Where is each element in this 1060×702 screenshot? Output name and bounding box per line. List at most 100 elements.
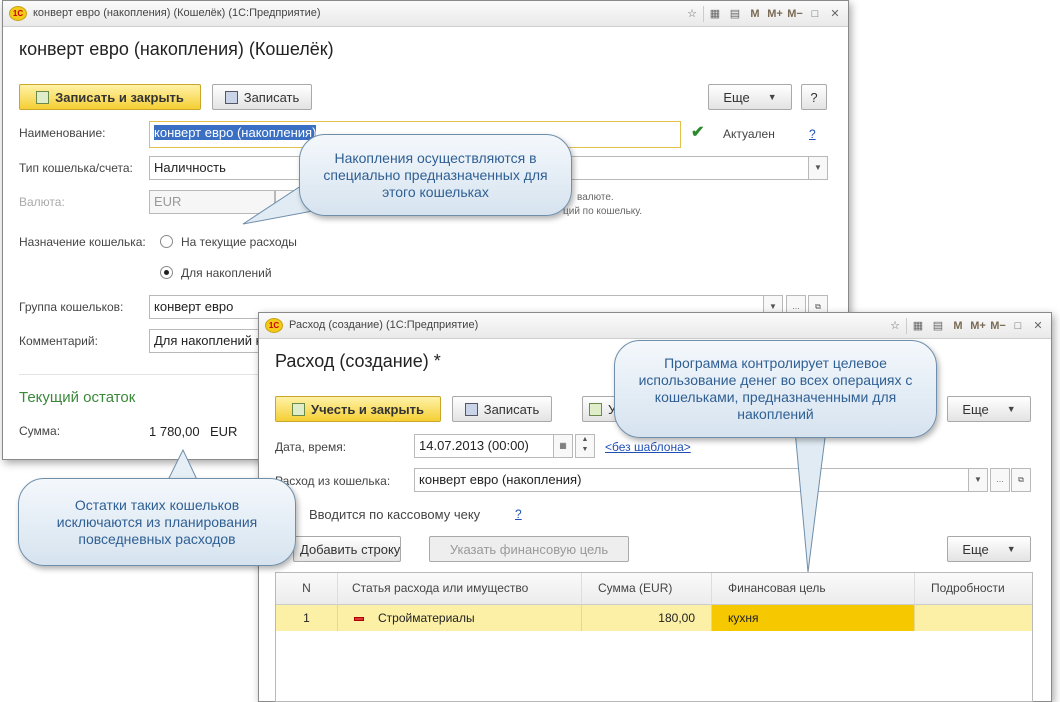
- row-item[interactable]: Стройматериалы: [338, 605, 582, 631]
- currency-value: EUR: [154, 194, 182, 209]
- more-label: Еще: [723, 89, 750, 105]
- dropdown-arrow-icon: ▼: [1006, 404, 1016, 414]
- help-link[interactable]: ?: [809, 127, 816, 141]
- post-doc-icon: [589, 402, 602, 416]
- col-header-sum[interactable]: Сумма (EUR): [582, 573, 712, 605]
- date-value: 14.07.2013 (00:00): [419, 438, 529, 453]
- type-label: Тип кошелька/счета:: [19, 161, 133, 175]
- expense-minus-icon: [354, 616, 364, 621]
- date-input[interactable]: 14.07.2013 (00:00): [414, 434, 554, 458]
- row-details[interactable]: [915, 605, 1032, 631]
- memory-mplus-icon[interactable]: M+: [766, 5, 784, 23]
- balance-title: Текущий остаток: [19, 389, 136, 406]
- checkmark-doc-icon: [36, 90, 50, 104]
- favorite-star-icon[interactable]: ☆: [683, 5, 701, 23]
- checkmark-doc-icon: [292, 402, 306, 416]
- favorite-star-icon[interactable]: ☆: [886, 317, 904, 335]
- col-header-details[interactable]: Подробности: [915, 573, 1032, 605]
- name-value: конверт евро (накопления): [154, 125, 317, 140]
- col-header-goal[interactable]: Финансовая цель: [712, 573, 915, 605]
- save-and-close-button[interactable]: Записать и закрыть: [19, 84, 201, 110]
- titlebar-tools: ☆ ▦ ▤ M M+ M− □ ✕: [886, 317, 1047, 335]
- help-button[interactable]: ?: [801, 84, 827, 110]
- form-title: конверт евро (накопления) (Кошелёк): [19, 39, 334, 59]
- calendar-icon[interactable]: ▤: [929, 317, 947, 335]
- wallet-input[interactable]: конверт евро (накопления): [414, 468, 969, 492]
- table-more-button[interactable]: Еще ▼: [947, 536, 1031, 562]
- more-button[interactable]: Еще ▼: [708, 84, 792, 110]
- more-label: Еще: [962, 401, 989, 417]
- type-dropdown-icon[interactable]: ▼: [808, 156, 828, 180]
- expense-titlebar: 1С Расход (создание) (1С:Предприятие) ☆ …: [259, 313, 1051, 339]
- dropdown-arrow-icon: ▼: [767, 92, 777, 102]
- row-item-text: Стройматериалы: [378, 611, 475, 625]
- post-and-close-label: Учесть и закрыть: [311, 401, 424, 417]
- wallet-choose-icon[interactable]: …: [990, 468, 1010, 492]
- col-header-n[interactable]: N: [276, 573, 338, 605]
- callout-savings: Накопления осуществляются в специально п…: [299, 134, 572, 216]
- memory-mminus-icon[interactable]: M−: [786, 5, 804, 23]
- group-label: Группа кошельков:: [19, 300, 124, 314]
- wallet-open-icon[interactable]: ⧉: [1011, 468, 1031, 492]
- comment-input[interactable]: Для накоплений н: [149, 329, 259, 353]
- purpose-savings-radio[interactable]: [160, 266, 173, 279]
- maximize-icon[interactable]: □: [1009, 317, 1027, 335]
- currency-label: Валюта:: [19, 195, 65, 209]
- comment-label: Комментарий:: [19, 334, 98, 348]
- purpose-current-radio[interactable]: [160, 235, 173, 248]
- date-calendar-icon[interactable]: ▦: [553, 434, 573, 458]
- app-logo-icon: 1С: [265, 318, 283, 333]
- maximize-icon[interactable]: □: [806, 5, 824, 23]
- type-value: Наличность: [154, 160, 226, 175]
- currency-dropdown-icon: ▼: [275, 190, 295, 214]
- wallet-dropdown-icon[interactable]: ▼: [968, 468, 988, 492]
- wallet-value: конверт евро (накопления): [419, 472, 582, 487]
- memory-m-icon[interactable]: M: [746, 5, 764, 23]
- receipt-help-link[interactable]: ?: [515, 507, 522, 521]
- row-n[interactable]: 1: [276, 605, 338, 631]
- save-button[interactable]: Записать: [212, 84, 312, 110]
- add-row-button[interactable]: Добавить строку: [293, 536, 401, 562]
- template-link[interactable]: <без шаблона>: [605, 440, 691, 454]
- table-more-label: Еще: [962, 541, 989, 557]
- divider: [19, 374, 259, 375]
- window-title: конверт евро (накопления) (Кошелёк) (1С:…: [33, 7, 321, 19]
- wallet-titlebar: 1С конверт евро (накопления) (Кошелёк) (…: [3, 1, 848, 27]
- set-goal-button: Указать финансовую цель: [429, 536, 629, 562]
- post-and-close-button[interactable]: Учесть и закрыть: [275, 396, 441, 422]
- callout-excluded: Остатки таких кошельков исключаются из п…: [18, 478, 296, 566]
- disk-icon: [224, 90, 238, 104]
- save-button[interactable]: Записать: [452, 396, 552, 422]
- active-checkbox-icon[interactable]: ✔: [691, 122, 704, 142]
- sum-currency: EUR: [210, 424, 238, 439]
- row-sum[interactable]: 180,00: [582, 605, 712, 631]
- currency-note-1: валюте.: [577, 192, 614, 203]
- sum-value: 1 780,00: [149, 424, 200, 439]
- memory-mplus-icon[interactable]: M+: [969, 317, 987, 335]
- callout-control: Программа контролирует целевое использов…: [614, 340, 937, 438]
- app-logo-icon: 1С: [9, 6, 27, 21]
- calculator-icon[interactable]: ▦: [909, 317, 927, 335]
- save-label: Записать: [483, 401, 540, 417]
- close-icon[interactable]: ✕: [1029, 317, 1047, 335]
- separator: [703, 6, 704, 22]
- sum-label: Сумма:: [19, 424, 61, 438]
- active-label: Актуален: [723, 127, 775, 141]
- calculator-icon[interactable]: ▦: [706, 5, 724, 23]
- memory-mminus-icon[interactable]: M−: [989, 317, 1007, 335]
- currency-input: EUR: [149, 190, 275, 214]
- date-stepper-icon[interactable]: ▲ ▼: [575, 434, 595, 458]
- close-icon[interactable]: ✕: [826, 5, 844, 23]
- form-title: Расход (создание) *: [275, 351, 441, 371]
- receipt-label: Вводится по кассовому чеку: [309, 507, 481, 522]
- date-label: Дата, время:: [275, 440, 347, 454]
- name-label: Наименование:: [19, 126, 106, 140]
- row-goal[interactable]: кухня: [712, 605, 915, 631]
- memory-m-icon[interactable]: M: [949, 317, 967, 335]
- disk-icon: [464, 402, 478, 416]
- expense-table[interactable]: N Статья расхода или имущество Сумма (EU…: [275, 572, 1033, 702]
- separator: [906, 318, 907, 334]
- col-header-item[interactable]: Статья расхода или имущество: [338, 573, 582, 605]
- calendar-icon[interactable]: ▤: [726, 5, 744, 23]
- more-button[interactable]: Еще ▼: [947, 396, 1031, 422]
